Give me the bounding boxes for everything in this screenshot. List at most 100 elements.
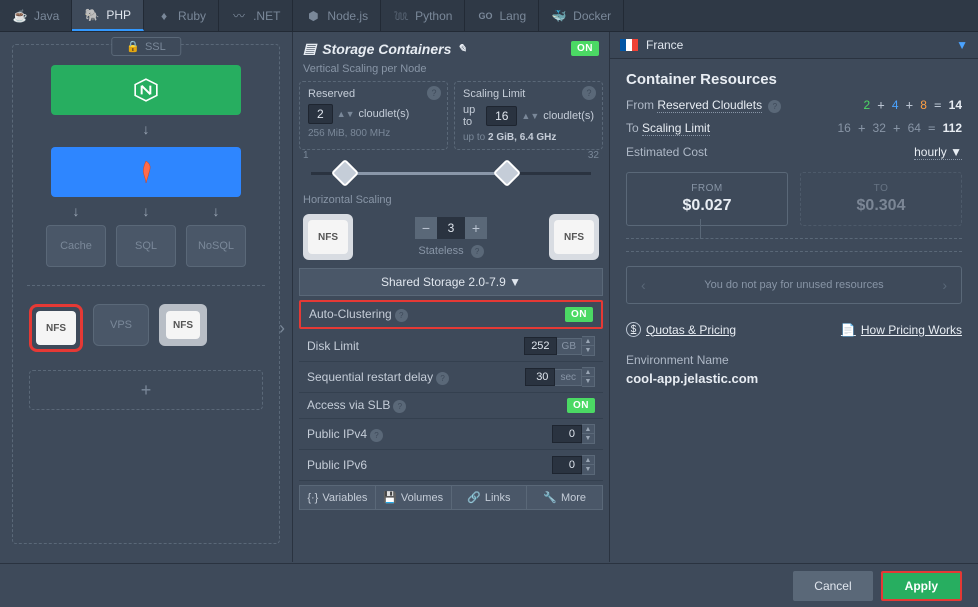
tab-nodejs[interactable]: ⬢Node.js bbox=[293, 0, 381, 31]
limit-value[interactable]: 16 bbox=[486, 106, 517, 126]
help-icon[interactable]: ? bbox=[436, 372, 449, 385]
cloudlet-slider[interactable]: 1 32 bbox=[303, 158, 599, 188]
chevron-left-icon[interactable]: ‹ bbox=[637, 277, 650, 293]
spin-up[interactable]: ▲ bbox=[582, 425, 594, 434]
hscaling-label: Horizontal Scaling bbox=[303, 194, 603, 206]
help-icon[interactable]: ? bbox=[370, 429, 383, 442]
spin-down[interactable]: ▼ bbox=[582, 346, 594, 355]
price-from-card: FROM $0.027 bbox=[626, 172, 788, 226]
nosql-node[interactable]: NoSQL bbox=[186, 225, 246, 267]
tab-dotnet[interactable]: 〰.NET bbox=[219, 0, 293, 31]
tab-golang[interactable]: GOLang bbox=[465, 0, 539, 31]
app-server-node[interactable] bbox=[51, 147, 241, 197]
add-layer-button[interactable]: + bbox=[29, 370, 263, 410]
edit-icon[interactable]: ✎ bbox=[457, 42, 466, 55]
arrow-down-icon: ↓ bbox=[73, 203, 80, 219]
tab-php[interactable]: 🐘PHP bbox=[72, 0, 144, 31]
quotas-link[interactable]: $Quotas & Pricing bbox=[626, 322, 736, 337]
golang-icon: GO bbox=[477, 8, 493, 24]
language-tabs: ☕Java 🐘PHP ♦Ruby 〰.NET ⬢Node.js 𓆙Python … bbox=[0, 0, 978, 32]
tab-ruby[interactable]: ♦Ruby bbox=[144, 0, 219, 31]
reserved-value[interactable]: 2 bbox=[308, 104, 333, 124]
chevron-right-icon[interactable]: › bbox=[279, 304, 285, 352]
spin-down[interactable]: ▼ bbox=[582, 377, 594, 386]
how-pricing-link[interactable]: 📄How Pricing Works bbox=[841, 322, 962, 337]
tab-java[interactable]: ☕Java bbox=[0, 0, 72, 31]
ipv4-label: Public IPv4 bbox=[307, 427, 367, 441]
help-icon[interactable]: ? bbox=[471, 245, 484, 258]
docker-icon: 🐳 bbox=[551, 8, 567, 24]
help-icon[interactable]: ? bbox=[393, 400, 406, 413]
cost-mode-dropdown[interactable]: hourly ▼ bbox=[914, 145, 962, 160]
price-to-card: TO $0.304 bbox=[800, 172, 962, 226]
config-column: ▤ Storage Containers ✎ ON Vertical Scali… bbox=[292, 32, 610, 562]
nfs-tile-left: NFS bbox=[303, 214, 353, 260]
nfs-node-selected[interactable]: NFS bbox=[29, 304, 83, 352]
chevron-down-icon: ▼ bbox=[956, 38, 968, 52]
pricing-info-strip: ‹ You do not pay for unused resources › bbox=[626, 266, 962, 304]
arrow-down-icon: ↓ bbox=[213, 203, 220, 219]
sort-icon[interactable]: ▲▼ bbox=[337, 109, 355, 119]
restart-delay-value[interactable]: 30 bbox=[525, 368, 555, 386]
slb-toggle[interactable]: ON bbox=[567, 398, 595, 413]
ssl-badge[interactable]: 🔒 SSL bbox=[111, 37, 181, 56]
help-icon[interactable]: ? bbox=[395, 309, 408, 322]
reserved-card: ? Reserved 2▲▼cloudlet(s) 256 MiB, 800 M… bbox=[299, 81, 448, 150]
layers-icon: ▤ bbox=[303, 40, 316, 57]
spin-down[interactable]: ▼ bbox=[582, 465, 594, 474]
france-flag-icon bbox=[620, 39, 638, 51]
volumes-button[interactable]: 💾Volumes bbox=[376, 485, 452, 510]
increment-button[interactable]: + bbox=[465, 217, 487, 239]
resources-title: Container Resources bbox=[626, 71, 962, 88]
sql-node[interactable]: SQL bbox=[116, 225, 176, 267]
balancer-node[interactable] bbox=[51, 65, 241, 115]
spin-down[interactable]: ▼ bbox=[582, 434, 594, 443]
ipv6-value[interactable]: 0 bbox=[552, 456, 582, 474]
python-icon: 𓆙 bbox=[393, 8, 409, 24]
tab-docker[interactable]: 🐳Docker bbox=[539, 0, 624, 31]
region-dropdown[interactable]: France ▼ bbox=[610, 32, 978, 59]
vps-node[interactable]: VPS bbox=[93, 304, 149, 346]
help-icon[interactable]: ? bbox=[427, 86, 441, 100]
disk-limit-label: Disk Limit bbox=[307, 339, 359, 353]
tab-python[interactable]: 𓆙Python bbox=[381, 0, 465, 31]
braces-icon: {·} bbox=[307, 492, 318, 504]
sort-icon[interactable]: ▲▼ bbox=[521, 111, 539, 121]
arrow-down-icon: ↓ bbox=[23, 121, 269, 137]
auto-clustering-label: Auto-Clustering bbox=[309, 307, 392, 321]
more-button[interactable]: 🔧More bbox=[527, 485, 603, 510]
cancel-button[interactable]: Cancel bbox=[793, 571, 872, 601]
ruby-icon: ♦ bbox=[156, 8, 172, 24]
spin-up[interactable]: ▲ bbox=[582, 337, 594, 346]
cache-node[interactable]: Cache bbox=[46, 225, 106, 267]
apply-button[interactable]: Apply bbox=[881, 571, 962, 601]
slb-label: Access via SLB bbox=[307, 398, 390, 412]
ipv4-value[interactable]: 0 bbox=[552, 425, 582, 443]
wrench-icon: 🔧 bbox=[543, 491, 557, 504]
shared-storage-dropdown[interactable]: Shared Storage 2.0-7.9 ▼ bbox=[299, 268, 603, 296]
spin-up[interactable]: ▲ bbox=[582, 368, 594, 377]
nfs-node-secondary[interactable]: NFS bbox=[159, 304, 207, 346]
decrement-button[interactable]: − bbox=[415, 217, 437, 239]
spin-up[interactable]: ▲ bbox=[582, 456, 594, 465]
java-icon: ☕ bbox=[12, 8, 28, 24]
help-icon[interactable]: ? bbox=[768, 100, 781, 113]
nfs-tile-right: NFS bbox=[549, 214, 599, 260]
vscaling-label: Vertical Scaling per Node bbox=[303, 63, 603, 75]
auto-clustering-toggle[interactable]: ON bbox=[565, 307, 593, 322]
variables-button[interactable]: {·}Variables bbox=[299, 485, 376, 510]
links-button[interactable]: 🔗Links bbox=[452, 485, 528, 510]
env-name-label: Environment Name bbox=[626, 353, 962, 367]
nodejs-icon: ⬢ bbox=[305, 8, 321, 24]
dollar-icon: $ bbox=[626, 322, 641, 337]
section-title: Storage Containers bbox=[322, 41, 451, 57]
slider-handle-max[interactable] bbox=[493, 159, 521, 187]
chevron-right-icon[interactable]: › bbox=[938, 277, 951, 293]
slider-handle-min[interactable] bbox=[331, 159, 359, 187]
footer: Cancel Apply bbox=[0, 563, 978, 607]
disk-limit-value[interactable]: 252 bbox=[524, 337, 556, 355]
env-name-value: cool-app.jelastic.com bbox=[626, 371, 962, 386]
storage-toggle[interactable]: ON bbox=[571, 41, 599, 56]
help-icon[interactable]: ? bbox=[582, 86, 596, 100]
price-scale bbox=[626, 238, 962, 252]
